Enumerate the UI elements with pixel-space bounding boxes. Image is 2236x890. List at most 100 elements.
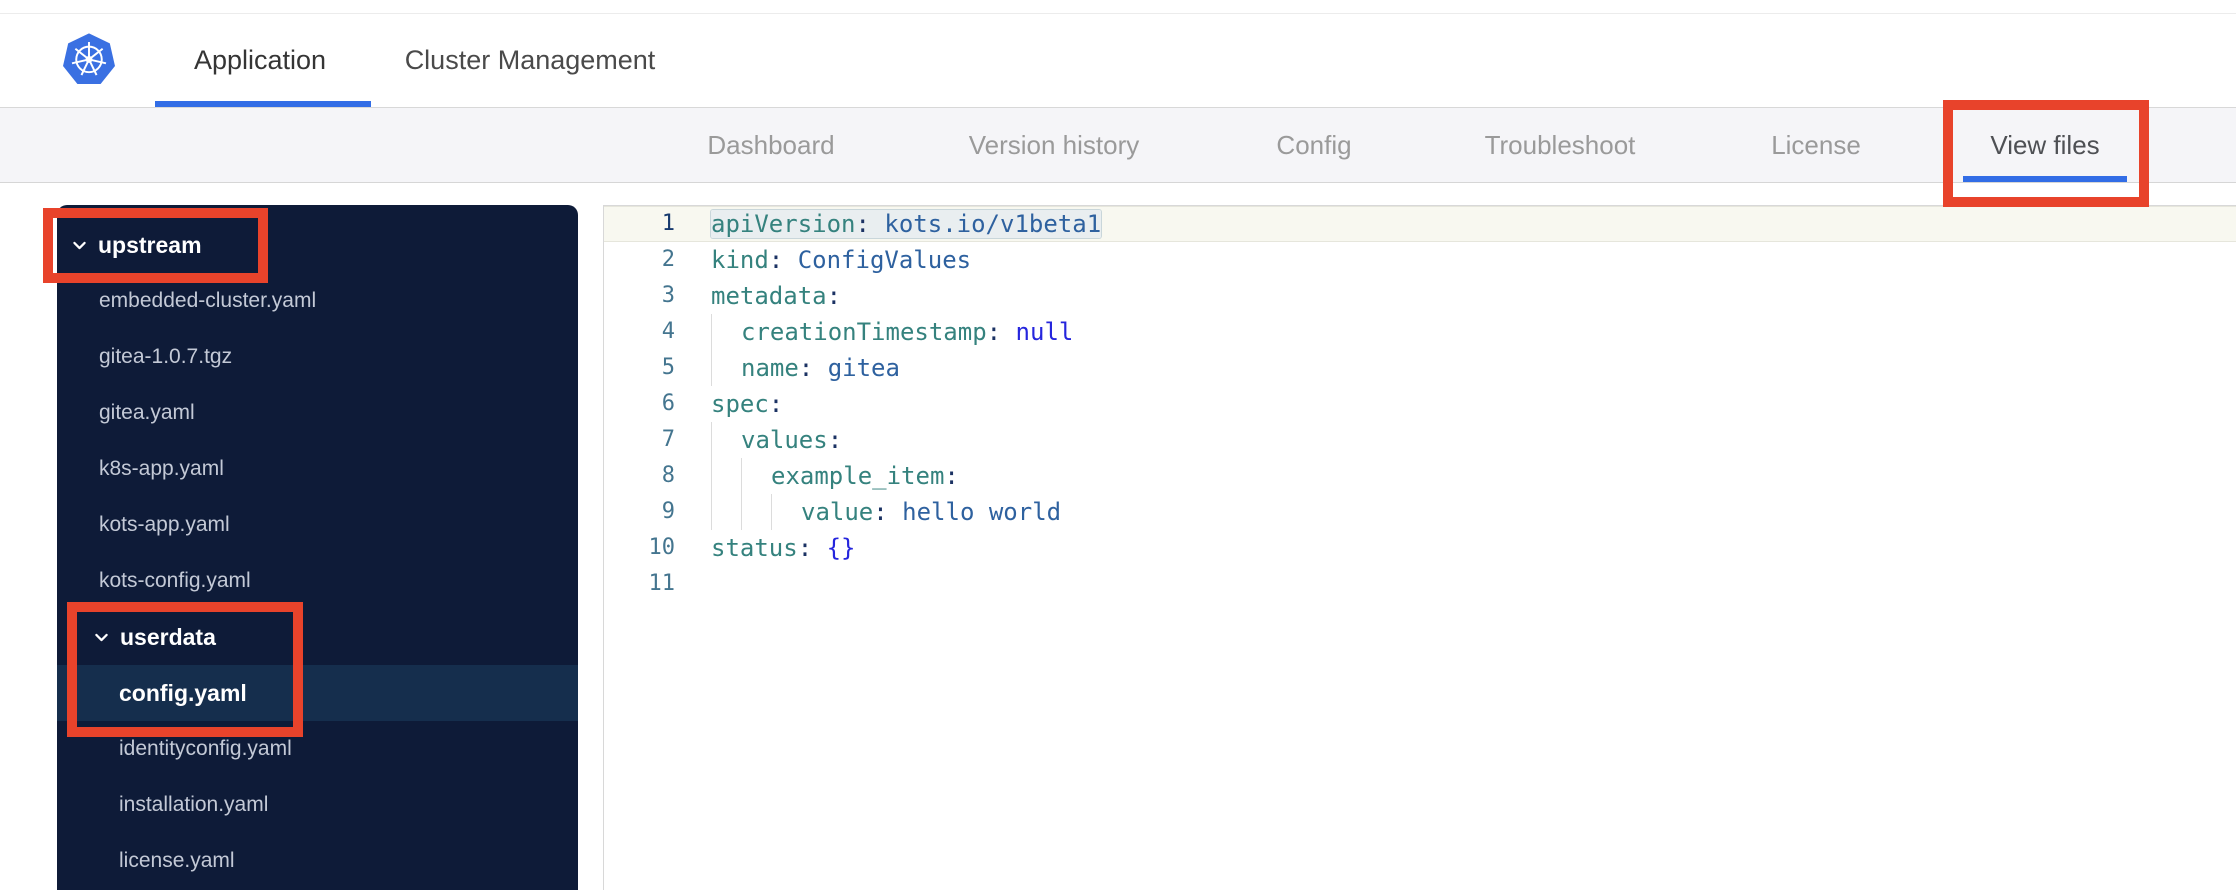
header-tab-application[interactable]: Application	[194, 14, 326, 107]
file-label: gitea-1.0.7.tgz	[99, 345, 233, 368]
app-subnav: Dashboard Version history Config Troublesho…	[0, 108, 2236, 183]
tree-item-kots-config-yaml[interactable]: kots-config.yaml	[57, 553, 578, 609]
code-line-text: kind: ConfigValues	[711, 242, 971, 278]
file-tree-sidebar: upstream embedded-cluster.yaml gitea-1.0.7…	[57, 205, 578, 890]
tree-item-embedded-cluster-yaml[interactable]: embedded-cluster.yaml	[57, 273, 578, 329]
kots-admin-console: Application Cluster Management Dashboard V…	[0, 0, 2236, 890]
indent-guide	[711, 422, 741, 458]
code-line-1[interactable]: 1 apiVersion: kots.io/v1beta1	[604, 206, 2236, 242]
line-number: 3	[661, 283, 675, 308]
token-key: kind	[711, 246, 769, 274]
token-punc: :	[768, 246, 798, 274]
code-line-4[interactable]: 4 creationTimestamp: null	[604, 314, 2236, 350]
tree-item-userdata[interactable]: userdata	[57, 609, 578, 665]
code-line-8[interactable]: 8 example_item:	[604, 458, 2236, 494]
file-label: k8s-app.yaml	[99, 457, 224, 480]
token-value: hello world	[902, 498, 1062, 526]
token-keyword: {}	[826, 534, 856, 562]
directory-label: upstream	[98, 231, 202, 258]
file-label: kots-app.yaml	[99, 513, 230, 536]
active-subnav-tab-underline	[1963, 176, 2127, 182]
line-number: 10	[648, 535, 676, 560]
indent-guide	[771, 494, 801, 530]
token-key: example_item	[771, 462, 945, 490]
subnav-tab-view-files[interactable]: View files	[1990, 108, 2099, 182]
subnav-tab-config[interactable]: Config	[1276, 108, 1351, 182]
token-key: creationTimestamp	[741, 318, 987, 346]
code-line-10[interactable]: 10 status: {}	[604, 530, 2236, 566]
kubernetes-logo-icon	[63, 33, 115, 85]
file-content-viewer[interactable]: 1 apiVersion: kots.io/v1beta1 2 kind: Confi…	[603, 205, 2236, 890]
code-line-text: creationTimestamp: null	[711, 314, 1073, 350]
token-key: metadata	[711, 282, 827, 310]
code-line-5[interactable]: 5 name: gitea	[604, 350, 2236, 386]
code-line-text: example_item:	[711, 458, 959, 494]
directory-label: userdata	[120, 623, 216, 650]
token-key: apiVersion	[711, 210, 856, 238]
code-line-text: status: {}	[711, 530, 856, 566]
tree-item-license-yaml[interactable]: license.yaml	[57, 833, 578, 889]
indent-guide	[711, 494, 741, 530]
top-header-bar: Application Cluster Management	[0, 14, 2236, 108]
code-line-6[interactable]: 6 spec:	[604, 386, 2236, 422]
tree-item-installation-yaml[interactable]: installation.yaml	[57, 777, 578, 833]
subnav-tab-version-history[interactable]: Version history	[969, 108, 1140, 182]
token-punc: :	[798, 354, 828, 382]
indent-guide	[741, 494, 771, 530]
header-tab-cluster-management[interactable]: Cluster Management	[405, 14, 656, 107]
subnav-tab-dashboard[interactable]: Dashboard	[707, 108, 834, 182]
tree-item-config-yaml[interactable]: config.yaml	[57, 665, 578, 721]
token-keyword: null	[1015, 318, 1074, 346]
token-value: kots.io/v1beta1	[884, 210, 1102, 238]
token-key: name	[741, 354, 799, 382]
code-line-9[interactable]: 9 value: hello world	[604, 494, 2236, 530]
token-punc: :	[826, 282, 842, 310]
file-label: embedded-cluster.yaml	[99, 289, 317, 312]
indent-guide	[711, 350, 741, 386]
subnav-tab-license[interactable]: License	[1771, 108, 1861, 182]
subnav-tab-troubleshoot[interactable]: Troubleshoot	[1485, 108, 1636, 182]
code-line-text: value: hello world	[711, 494, 1061, 530]
indent-guide	[741, 458, 771, 494]
line-number: 1	[661, 211, 675, 236]
indent-guide	[711, 314, 741, 350]
line-number: 6	[661, 391, 675, 416]
line-number: 4	[661, 319, 675, 344]
active-header-tab-underline	[155, 101, 371, 107]
line-number: 8	[661, 463, 675, 488]
tree-item-identityconfig-yaml[interactable]: identityconfig.yaml	[57, 721, 578, 777]
file-label: installation.yaml	[119, 793, 269, 816]
file-label: kots-config.yaml	[99, 569, 251, 592]
token-value: gitea	[827, 354, 900, 382]
chevron-down-icon[interactable]	[93, 629, 110, 646]
token-punc: :	[944, 462, 959, 490]
selected-text-highlight: apiVersion: kots.io/v1beta1	[711, 210, 1102, 238]
line-number: 11	[648, 571, 676, 596]
file-label: gitea.yaml	[99, 401, 195, 424]
token-key: spec	[711, 390, 769, 418]
token-value: ConfigValues	[797, 246, 972, 274]
code-line-3[interactable]: 3 metadata:	[604, 278, 2236, 314]
token-key: status	[711, 534, 798, 562]
chevron-down-icon[interactable]	[71, 237, 88, 254]
tree-item-gitea-1-0-7-tgz[interactable]: gitea-1.0.7.tgz	[57, 329, 578, 385]
code-line-text: spec:	[711, 386, 783, 422]
tree-item-upstream[interactable]: upstream	[57, 217, 578, 273]
token-punc: :	[986, 318, 1016, 346]
file-label: config.yaml	[119, 679, 247, 706]
line-number: 9	[661, 499, 675, 524]
token-punc: :	[797, 534, 827, 562]
token-punc: :	[855, 210, 885, 238]
code-line-7[interactable]: 7 values:	[604, 422, 2236, 458]
file-label: license.yaml	[119, 849, 235, 872]
token-key: values	[741, 426, 828, 454]
code-line-text: metadata:	[711, 278, 841, 314]
code-line-text: name: gitea	[711, 350, 900, 386]
tree-item-k8s-app-yaml[interactable]: k8s-app.yaml	[57, 441, 578, 497]
line-number: 7	[661, 427, 675, 452]
code-line-2[interactable]: 2 kind: ConfigValues	[604, 242, 2236, 278]
code-line-11[interactable]: 11	[604, 566, 2236, 602]
tree-item-kots-app-yaml[interactable]: kots-app.yaml	[57, 497, 578, 553]
tree-item-gitea-yaml[interactable]: gitea.yaml	[57, 385, 578, 441]
token-punc: :	[873, 498, 903, 526]
